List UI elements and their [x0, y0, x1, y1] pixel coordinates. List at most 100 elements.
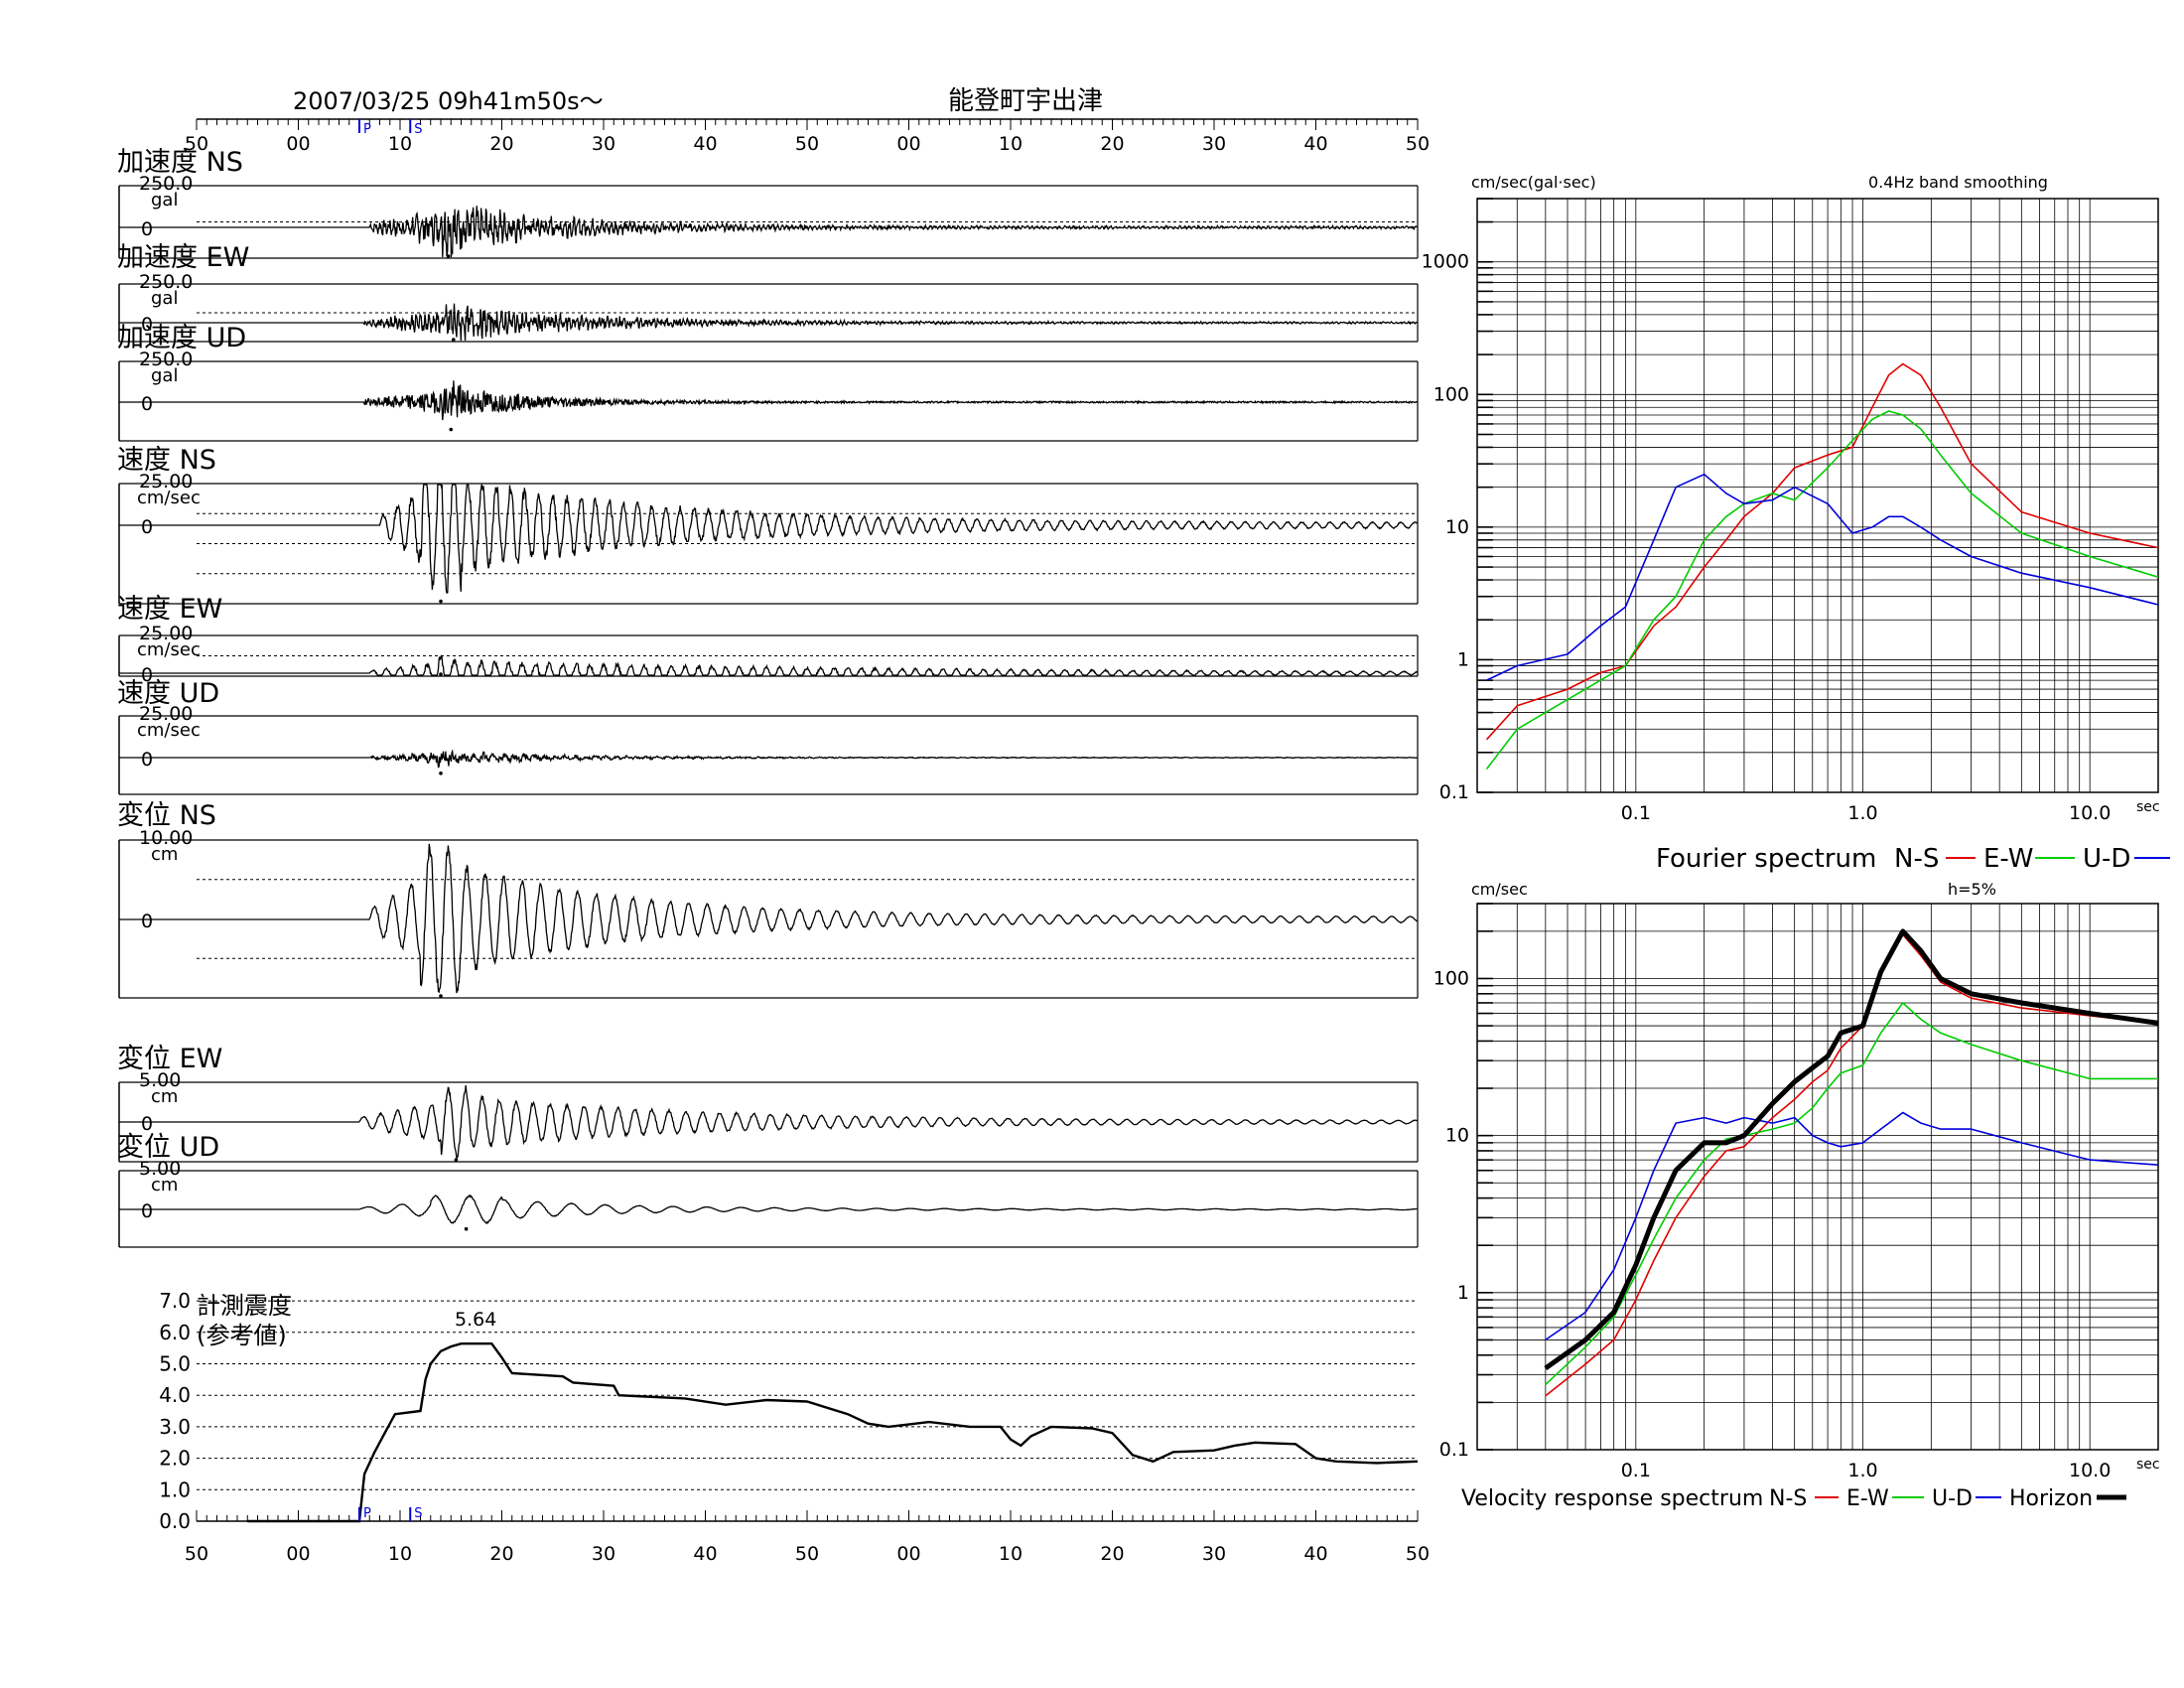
panel-unit-label: gal [151, 365, 178, 386]
chart-frame [1476, 198, 2159, 793]
intensity-trace [247, 1342, 1419, 1523]
fourier-legend-ew: E-W [1983, 844, 2033, 874]
waveform-trace [197, 1084, 1418, 1162]
waveform-trace [197, 380, 1418, 421]
axis-tick-label: 50 [185, 1543, 208, 1565]
axis-tick-label: 10 [388, 1543, 412, 1565]
y-tick-label: 10 [1445, 516, 1469, 538]
peak-marker [452, 338, 456, 342]
series-line [1485, 362, 2159, 741]
response-ylabel: cm/sec [1471, 880, 1528, 899]
waveform-panel: 変位 NS10.00cm0 [117, 800, 1419, 999]
response-legend-ew: E-W [1846, 1486, 1889, 1511]
intensity-title: 計測震度 [197, 1292, 292, 1320]
fourier-legend-ud: U-D [2083, 844, 2130, 874]
axis-tick-label: 30 [592, 133, 615, 155]
axis-tick-label: 50 [795, 133, 819, 155]
fourier-ylabel: cm/sec(gal·sec) [1471, 173, 1596, 192]
p-arrival-marker-label: P [363, 122, 371, 137]
y-tick-label: 0.1 [1439, 1439, 1469, 1461]
axis-tick-label: 50 [1406, 133, 1430, 155]
y-tick-label: 10 [1445, 1125, 1469, 1147]
intensity-y-tick-label: 5.0 [159, 1352, 191, 1376]
station-name: 能登町宇出津 [948, 86, 1103, 116]
panel-unit-label: cm/sec [137, 488, 201, 508]
waveform-trace [197, 843, 1418, 994]
panel-unit-label: gal [151, 288, 178, 309]
intensity-y-tick-label: 2.0 [159, 1447, 191, 1471]
top-time-axis: 50 00 10 20 30 40 50 00 10 20 30 40 50P S [185, 118, 1430, 155]
axis-tick-label: 30 [1202, 1543, 1226, 1565]
p-arrival-marker-label: P [363, 1506, 371, 1521]
waveform-trace [197, 206, 1418, 258]
response-xlabel: sec [2136, 1457, 2160, 1473]
waveform-panel: 変位 UD5.00cm0 [117, 1132, 1419, 1248]
response-legend-horizon: Horizon [2009, 1486, 2093, 1511]
response-note: h=5% [1948, 880, 1996, 899]
panel-title: 加速度 EW [117, 242, 249, 273]
waveform-trace [197, 303, 1418, 342]
peak-marker [449, 427, 454, 432]
y-tick-label: 1000 [1422, 251, 1469, 273]
intensity-y-tick-label: 4.0 [159, 1383, 191, 1407]
axis-tick-label: 10 [388, 133, 412, 155]
panel-unit-label: cm/sec [137, 720, 201, 741]
waveform-panels: 加速度 NS250.0gal0加速度 EW250.0gal0加速度 UD250.… [117, 147, 1419, 1248]
velocity-response-spectrum-chart: cm/sec h=5% sec Velocity response spectr… [1433, 880, 2160, 1511]
waveform-trace [197, 654, 1418, 677]
waveform-trace [197, 749, 1418, 769]
y-tick-label: 100 [1433, 383, 1469, 405]
x-tick-label: 10.0 [2069, 1460, 2111, 1481]
intensity-subtitle: (参考値) [197, 1322, 287, 1349]
response-legend-title: Velocity response spectrum [1461, 1486, 1763, 1511]
fourier-legend-title: Fourier spectrum [1656, 844, 1876, 874]
x-tick-label: 0.1 [1621, 1460, 1651, 1481]
fourier-spectrum-chart: cm/sec(gal·sec) 0.4Hz band smoothing sec… [1422, 173, 2170, 874]
waveform-panel: 速度 NS25.00cm/sec0 [117, 445, 1419, 605]
seismogram-figure: 2007/03/25 09h41m50s〜 能登町宇出津 50 00 10 20 30 4… [117, 86, 2170, 1565]
peak-marker [439, 994, 443, 998]
fourier-legend: Fourier spectrum N-S E-W U-D [1656, 844, 2170, 874]
axis-tick-label: 00 [896, 1543, 920, 1565]
x-tick-label: 1.0 [1847, 1460, 1877, 1481]
axis-tick-label: 10 [999, 133, 1023, 155]
axis-tick-label: 20 [489, 1543, 513, 1565]
peak-marker [446, 254, 451, 258]
panel-unit-label: cm [151, 1086, 178, 1107]
intensity-peak-label: 5.64 [455, 1309, 496, 1331]
y-tick-label: 1 [1457, 1282, 1469, 1304]
intensity-y-tick-label: 1.0 [159, 1477, 191, 1501]
panel-zero-label: 0 [141, 393, 153, 415]
y-tick-label: 0.1 [1439, 781, 1469, 803]
axis-tick-label: 30 [592, 1543, 615, 1565]
axis-tick-label: 40 [693, 133, 717, 155]
waveform-trace [197, 484, 1418, 594]
series-line [1486, 473, 2159, 681]
y-tick-label: 100 [1433, 967, 1469, 989]
peak-marker [439, 599, 443, 604]
series-line [1545, 933, 2159, 1397]
panel-zero-label: 0 [141, 516, 153, 538]
s-arrival-marker-label: S [414, 122, 422, 137]
axis-tick-label: 20 [489, 133, 513, 155]
axis-tick-label: 50 [1406, 1543, 1430, 1565]
axis-tick-label: 00 [286, 133, 310, 155]
peak-marker [454, 1158, 459, 1162]
waveform-panel: 加速度 EW250.0gal0 [117, 242, 1419, 343]
bottom-time-axis: 50 00 10 20 30 40 50 00 10 20 30 40 50 P S [185, 1506, 1430, 1565]
waveform-panel: 加速度 UD250.0gal0 [117, 323, 1419, 442]
peak-marker [439, 772, 443, 775]
axis-tick-label: 10 [999, 1543, 1023, 1565]
peak-marker [464, 1226, 469, 1231]
x-tick-label: 0.1 [1621, 802, 1651, 824]
intensity-y-tick-label: 7.0 [159, 1289, 191, 1313]
waveform-panel: 速度 EW25.00cm/sec0 [117, 594, 1419, 686]
seismic-intensity-chart: 計測震度 (参考値) 5.64 7.0 6.0 5.0 4.0 3.0 2.0 1.0 0.0 [159, 1289, 1419, 1533]
fourier-note: 0.4Hz band smoothing [1868, 173, 2048, 192]
axis-tick-label: 50 [795, 1543, 819, 1565]
panel-unit-label: cm/sec [137, 639, 201, 660]
response-legend-ns: N-S [1769, 1486, 1807, 1511]
waveform-panel: 速度 UD25.00cm/sec0 [117, 678, 1419, 795]
x-tick-label: 1.0 [1847, 802, 1877, 824]
axis-tick-label: 00 [286, 1543, 310, 1565]
